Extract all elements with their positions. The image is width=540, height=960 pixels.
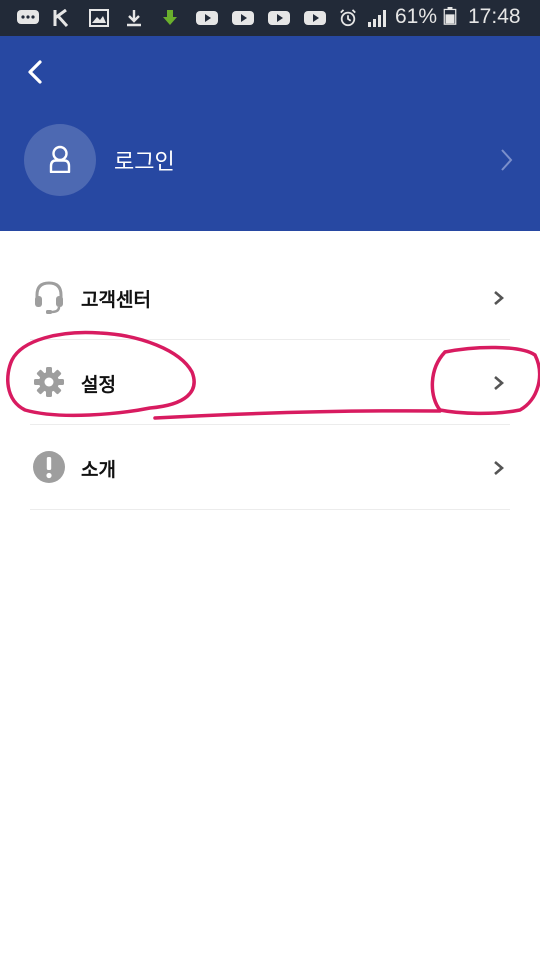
login-row[interactable]: 로그인 [0, 124, 540, 196]
youtube-icon [196, 11, 218, 25]
download-icon [127, 10, 141, 27]
clock: 17:48 [468, 5, 521, 28]
chevron-left-icon [28, 60, 42, 84]
battery-percent: 61% [395, 5, 438, 28]
status-bar: 61% 17:48 [0, 0, 540, 36]
gear-icon [34, 367, 64, 397]
avatar [24, 124, 96, 196]
green-download-icon [163, 10, 177, 25]
chevron-right-icon [494, 461, 504, 475]
back-button[interactable] [18, 54, 54, 90]
menu-item-settings[interactable]: 설정 [30, 340, 510, 425]
info-icon [33, 451, 65, 483]
headset-icon [35, 281, 63, 314]
alarm-icon [340, 9, 356, 27]
youtube-icon [232, 11, 254, 25]
chat-icon [17, 10, 39, 24]
chevron-right-icon [501, 149, 513, 171]
menu-item-about[interactable]: 소개 [30, 425, 510, 510]
signal-icon [368, 10, 386, 27]
chevron-right-icon [494, 291, 504, 305]
person-icon [49, 145, 71, 173]
menu-item-label: 소개 [81, 459, 116, 481]
battery-icon [443, 7, 457, 25]
image-icon [89, 9, 109, 27]
profile-header: 로그인 [0, 36, 540, 231]
menu-item-label: 고객센터 [81, 289, 151, 311]
youtube-icon [304, 11, 326, 25]
settings-menu: 고객센터 설정 소개 [30, 255, 510, 510]
login-label: 로그인 [114, 150, 175, 175]
youtube-icon [268, 11, 290, 25]
menu-item-customer-center[interactable]: 고객센터 [30, 255, 510, 340]
k-icon [53, 9, 69, 27]
menu-item-label: 설정 [81, 374, 116, 396]
chevron-right-icon [494, 376, 504, 390]
